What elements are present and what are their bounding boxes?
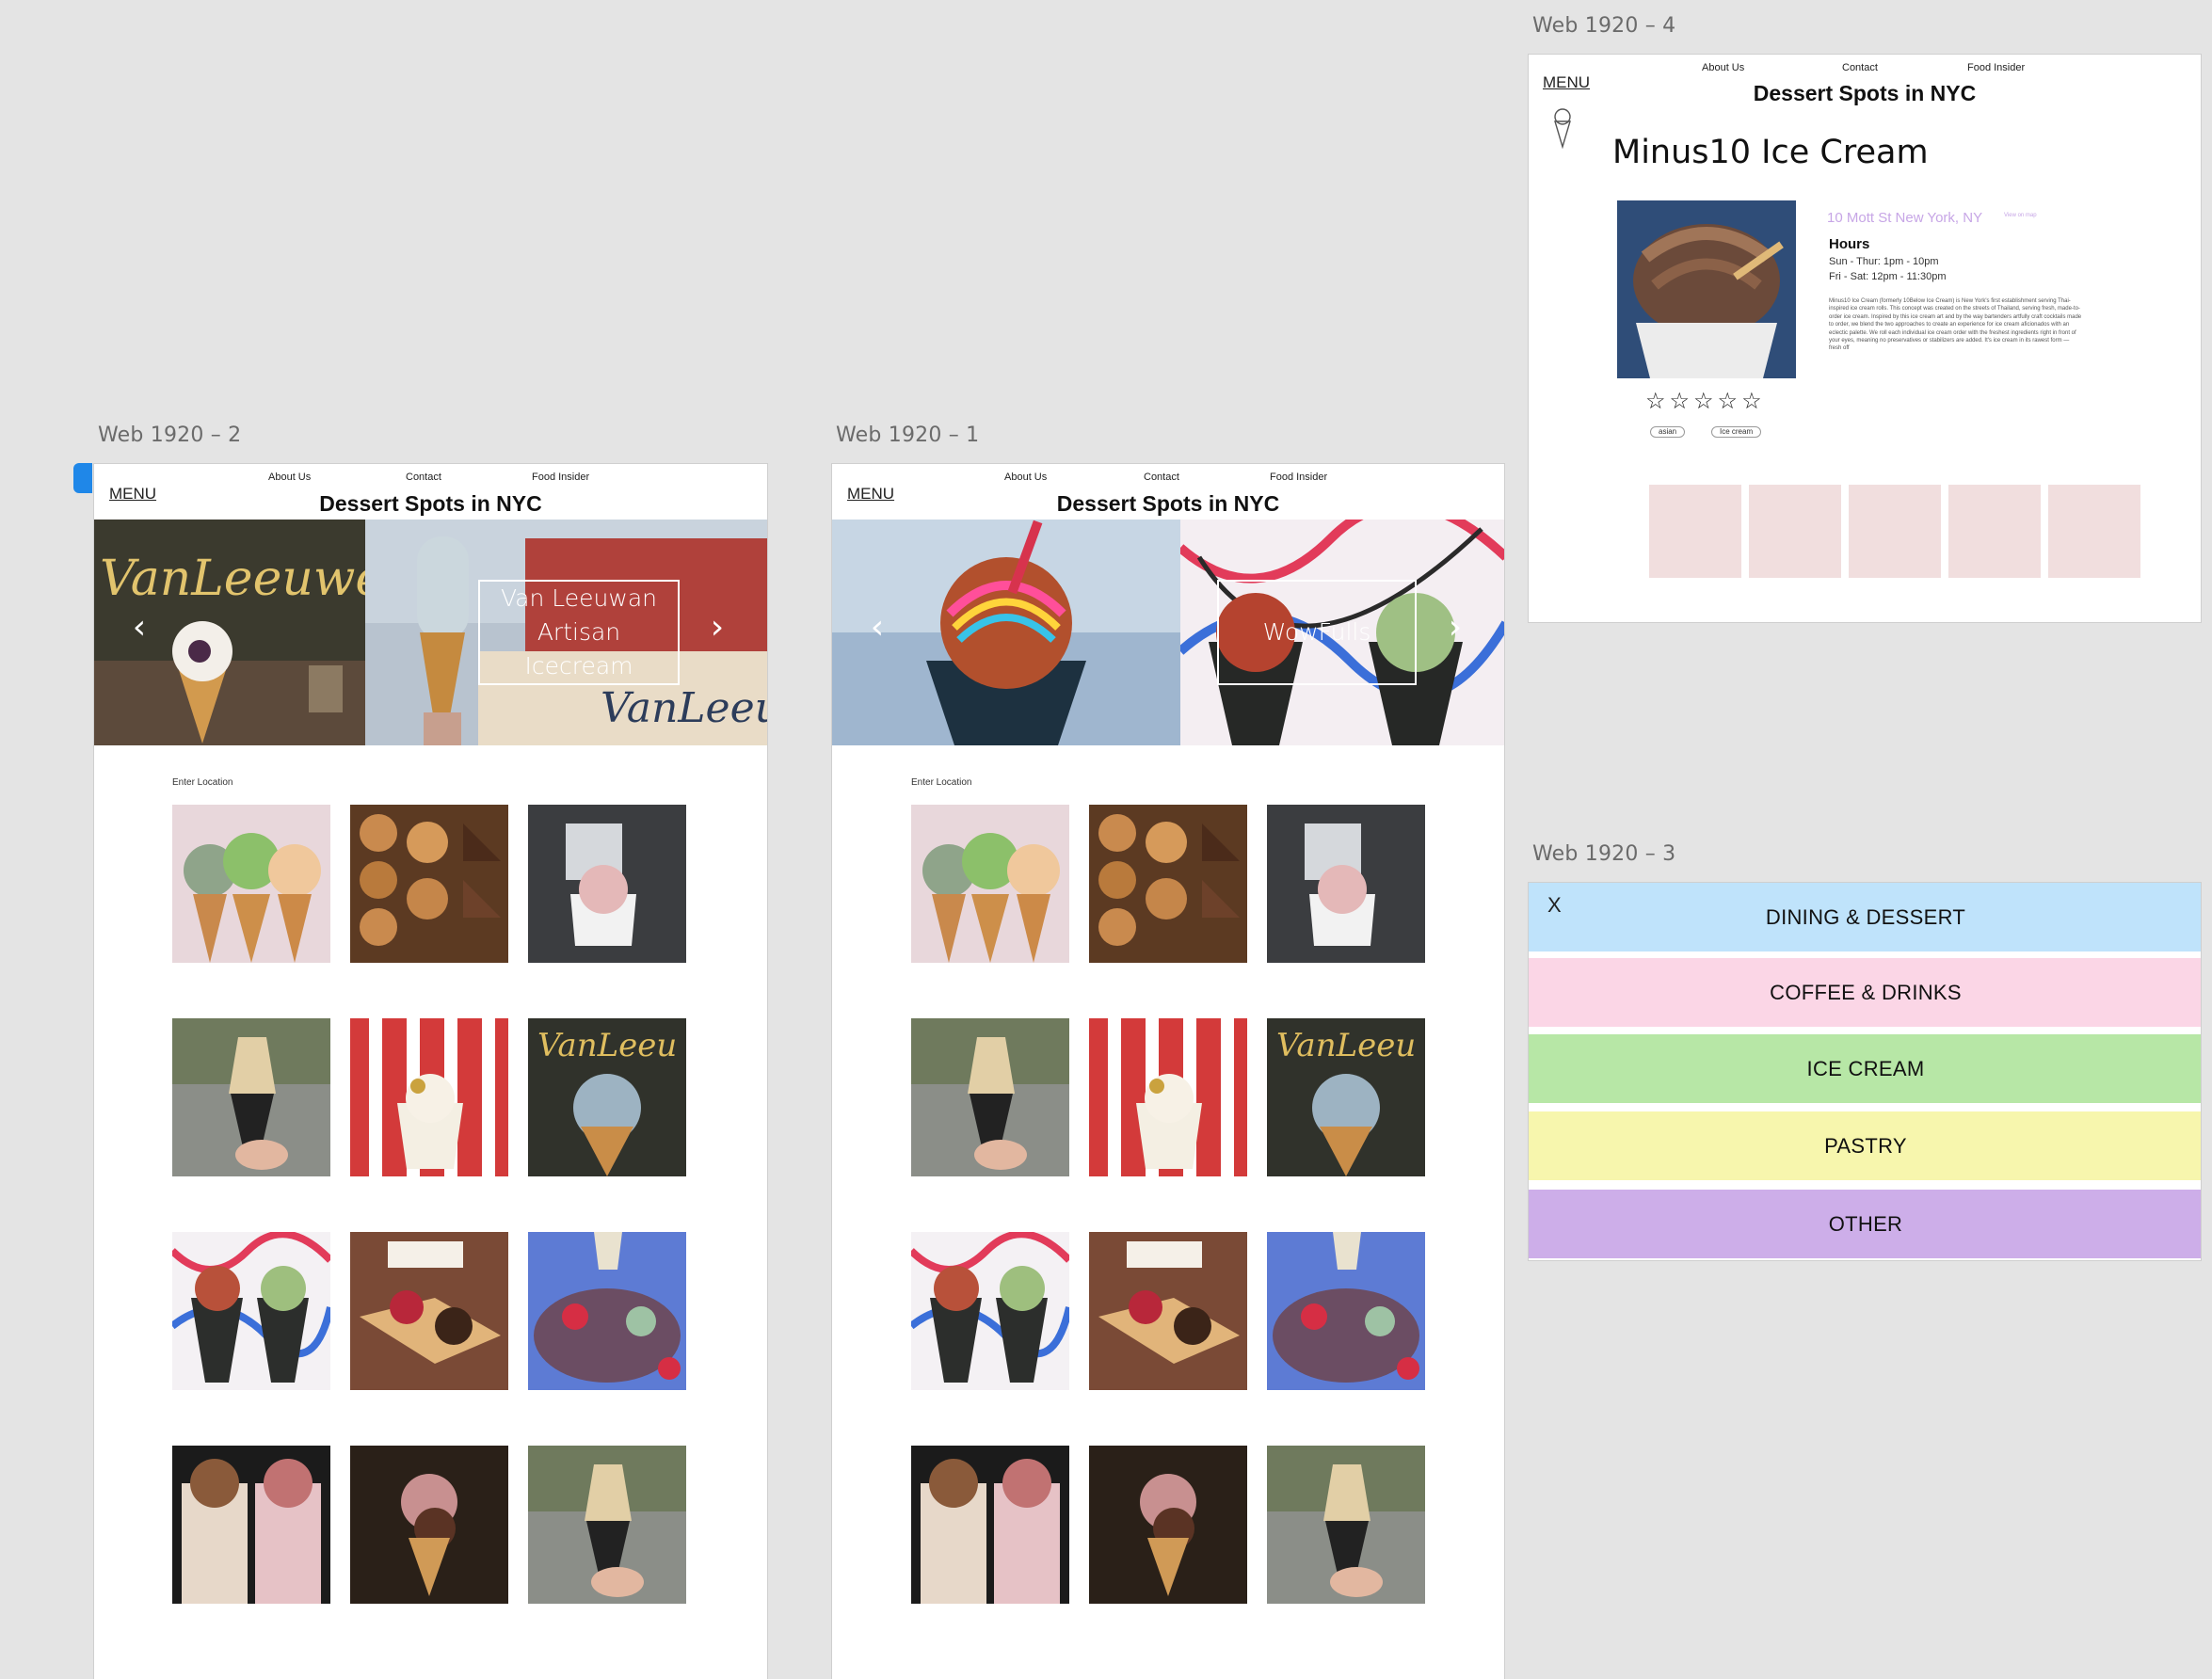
svg-text:VanLeeuwe: VanLeeuwe xyxy=(100,551,365,607)
photo-tile-dessert-board[interactable] xyxy=(350,1232,508,1390)
shop-description: Minus10 Ice Cream (formerly 10Below Ice … xyxy=(1829,298,2082,352)
nav-contact[interactable]: Contact xyxy=(1144,472,1179,483)
enter-location-input[interactable]: Enter Location xyxy=(911,777,972,788)
artboard-label-web4: Web 1920 – 4 xyxy=(1532,14,1676,38)
artboard-label-web1: Web 1920 – 1 xyxy=(836,424,980,447)
carousel-next-arrow[interactable]: › xyxy=(706,610,729,646)
photo-tile-pastries[interactable] xyxy=(1089,805,1247,963)
photo-tile-dessert-board[interactable] xyxy=(1089,1232,1247,1390)
photo-tile-soft-serve-street[interactable] xyxy=(172,1018,330,1176)
carousel-prev-arrow[interactable]: ‹ xyxy=(866,610,889,646)
photo-tile-soft-serve-street[interactable] xyxy=(911,1018,1069,1176)
photo-tile-van-leeuwen-cone[interactable]: VanLeeu xyxy=(528,1018,686,1176)
photo-tile-wowfulls-pair[interactable] xyxy=(172,1232,330,1390)
hero-caption: Van Leeuwan Artisan Icecream xyxy=(478,580,680,685)
close-menu-button[interactable]: X xyxy=(1547,893,1562,918)
view-on-map-link[interactable]: View on map xyxy=(2004,213,2037,218)
menu-item-other[interactable]: OTHER xyxy=(1529,1190,2201,1258)
site-title: Dessert Spots in NYC xyxy=(319,491,542,516)
photo-tile-rolled-ice-cream[interactable] xyxy=(528,805,686,963)
nav-food-insider[interactable]: Food Insider xyxy=(1967,62,2025,73)
related-thumb-1[interactable] xyxy=(1649,485,1741,578)
photo-tile-freakshakes[interactable] xyxy=(172,1446,330,1604)
nav-food-insider[interactable]: Food Insider xyxy=(1270,472,1327,483)
top-nav: About Us Contact Food Insider xyxy=(1529,62,2201,77)
shop-photo xyxy=(1617,200,1796,378)
nav-about-us[interactable]: About Us xyxy=(1004,472,1047,483)
hours-weekend: Fri - Sat: 12pm - 11:30pm xyxy=(1829,271,1947,282)
top-nav: About Us Contact Food Insider xyxy=(832,472,1504,487)
photo-tile-sundae-stripes[interactable] xyxy=(1089,1018,1247,1176)
photo-tile-rolled-ice-cream[interactable] xyxy=(1267,805,1425,963)
svg-text:VanLeeuwe: VanLeeuwe xyxy=(601,684,768,732)
nav-food-insider[interactable]: Food Insider xyxy=(532,472,589,483)
photo-tile-ice-cream-trio[interactable] xyxy=(172,805,330,963)
nav-about-us[interactable]: About Us xyxy=(268,472,311,483)
shop-address[interactable]: 10 Mott St New York, NY xyxy=(1827,210,1982,226)
photo-tile-sundae-stripes[interactable] xyxy=(350,1018,508,1176)
carousel-next-arrow[interactable]: › xyxy=(1444,610,1467,646)
artboard-web3[interactable]: DINING & DESSERT COFFEE & DRINKS ICE CRE… xyxy=(1528,882,2202,1261)
site-title: Dessert Spots in NYC xyxy=(1753,81,1977,105)
photo-tile-cone-dark[interactable] xyxy=(1089,1446,1247,1604)
artboard-web4[interactable]: About Us Contact Food Insider MENU Desse… xyxy=(1528,54,2202,623)
photo-tile-wowfulls-pair[interactable] xyxy=(911,1232,1069,1390)
ice-cream-cone-icon xyxy=(1554,108,1571,149)
photo-tile-pastries[interactable] xyxy=(350,805,508,963)
related-thumb-5[interactable] xyxy=(2048,485,2140,578)
artboard-web2[interactable]: About Us Contact Food Insider MENU Desse… xyxy=(93,463,768,1679)
hero-caption: WowFulls xyxy=(1217,580,1417,685)
artboard-label-web2: Web 1920 – 2 xyxy=(98,424,242,447)
enter-location-input[interactable]: Enter Location xyxy=(172,777,233,788)
menu-item-dining-dessert[interactable]: DINING & DESSERT xyxy=(1529,883,2201,951)
site-title: Dessert Spots in NYC xyxy=(1056,491,1280,516)
rating-stars[interactable]: ☆☆☆☆☆ xyxy=(1645,388,1766,415)
photo-tile-van-leeuwen-cone[interactable]: VanLeeu xyxy=(1267,1018,1425,1176)
top-nav: About Us Contact Food Insider xyxy=(94,472,767,487)
related-thumb-2[interactable] xyxy=(1749,485,1841,578)
photo-tile-ice-cream-trio[interactable] xyxy=(911,805,1069,963)
tag-asian[interactable]: asian xyxy=(1650,426,1686,438)
nav-contact[interactable]: Contact xyxy=(1842,62,1878,73)
svg-text:VanLeeu: VanLeeu xyxy=(537,1027,677,1064)
hours-weekday: Sun - Thur: 1pm - 10pm xyxy=(1829,256,1939,267)
menu-item-ice-cream[interactable]: ICE CREAM xyxy=(1529,1034,2201,1103)
menu-item-coffee-drinks[interactable]: COFFEE & DRINKS xyxy=(1529,958,2201,1027)
artboard-web1[interactable]: About Us Contact Food Insider MENU Desse… xyxy=(831,463,1505,1679)
related-thumb-3[interactable] xyxy=(1849,485,1941,578)
svg-text:VanLeeu: VanLeeu xyxy=(1276,1027,1416,1064)
tag-ice-cream[interactable]: Ice cream xyxy=(1711,426,1762,438)
nav-about-us[interactable]: About Us xyxy=(1702,62,1744,73)
photo-tile-cone-dark[interactable] xyxy=(350,1446,508,1604)
shop-name: Minus10 Ice Cream xyxy=(1612,134,1929,171)
photo-tile-soft-serve-street-2[interactable] xyxy=(528,1446,686,1604)
photo-tile-soft-serve-street-2[interactable] xyxy=(1267,1446,1425,1604)
nav-contact[interactable]: Contact xyxy=(406,472,441,483)
menu-item-pastry[interactable]: PASTRY xyxy=(1529,1111,2201,1180)
hero-carousel[interactable]: VanLeeuwe VanLeeuwe Van Leeuwan Artisan … xyxy=(94,520,768,745)
photo-tile-sundae-blue[interactable] xyxy=(1267,1232,1425,1390)
photo-tile-sundae-blue[interactable] xyxy=(528,1232,686,1390)
hero-carousel[interactable]: WowFulls ‹ › xyxy=(832,520,1504,745)
photo-tile-freakshakes[interactable] xyxy=(911,1446,1069,1604)
related-thumb-4[interactable] xyxy=(1948,485,2041,578)
carousel-prev-arrow[interactable]: ‹ xyxy=(128,610,151,646)
artboard-label-web3: Web 1920 – 3 xyxy=(1532,842,1676,866)
hours-heading: Hours xyxy=(1829,236,1870,252)
selection-handle[interactable] xyxy=(73,463,92,493)
